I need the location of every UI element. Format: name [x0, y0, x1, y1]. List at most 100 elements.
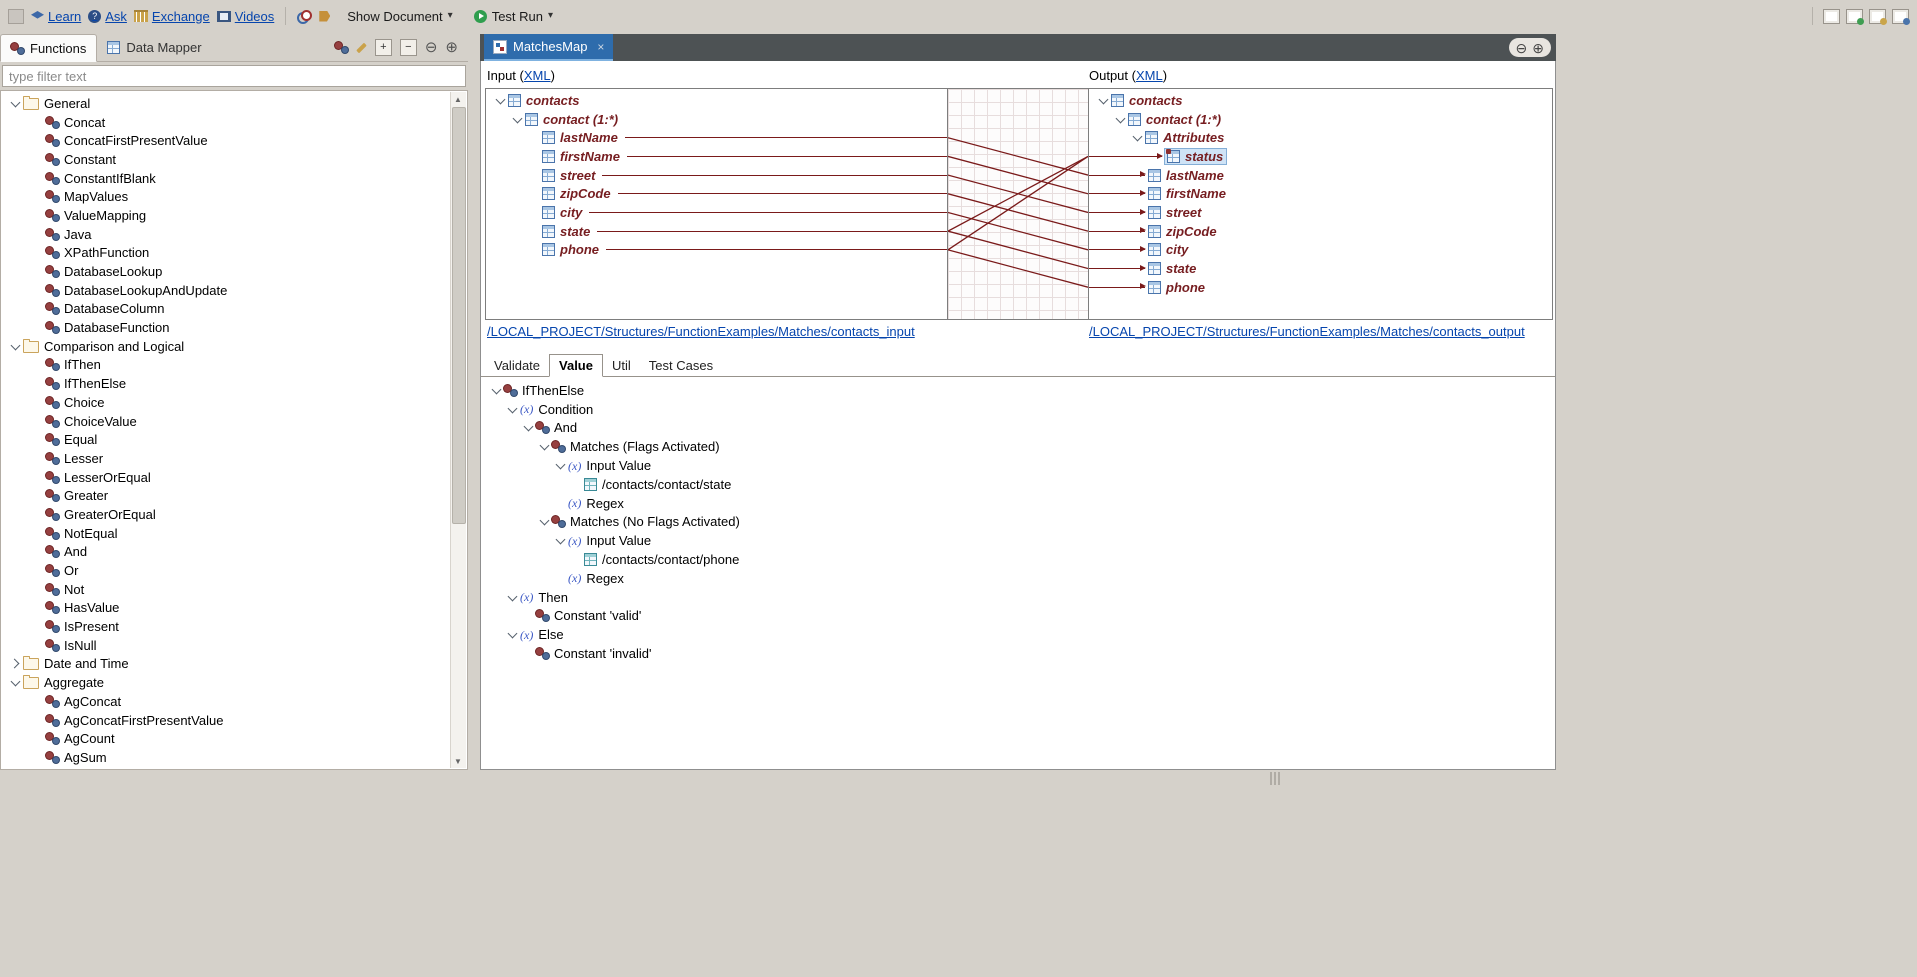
function-tree-item[interactable]: Choice [1, 393, 467, 412]
ask-link[interactable]: ? Ask [88, 9, 127, 24]
value-tree-row[interactable]: (x)Input Value [481, 456, 1555, 475]
chevron-down-icon[interactable] [495, 94, 505, 104]
value-tree-row[interactable]: Constant 'invalid' [481, 644, 1555, 663]
function-tree-item[interactable]: AgConcat [1, 692, 467, 711]
expand-all-button[interactable]: + [375, 39, 392, 56]
function-tree-item[interactable]: Comparison and Logical [1, 337, 467, 356]
function-filter-input[interactable] [2, 65, 466, 87]
chevron-down-icon[interactable] [1115, 113, 1125, 123]
output-tree-row[interactable]: phone [1089, 278, 1552, 297]
function-tree-item[interactable]: Constant [1, 150, 467, 169]
function-tree-item[interactable]: Or [1, 561, 467, 580]
input-tree-row[interactable]: state [486, 222, 947, 241]
chevron-down-icon[interactable] [492, 384, 502, 394]
function-tree-item[interactable]: NotEqual [1, 524, 467, 543]
value-tree-row[interactable]: Matches (Flags Activated) [481, 437, 1555, 456]
close-tab-icon[interactable]: × [597, 40, 604, 54]
scrollbar-thumb[interactable] [452, 107, 466, 524]
output-tree-row[interactable]: city [1089, 241, 1552, 260]
function-tree-item[interactable]: HasValue [1, 599, 467, 618]
chevron-down-icon[interactable] [524, 422, 534, 432]
output-structure-link[interactable]: /LOCAL_PROJECT/Structures/FunctionExampl… [1089, 324, 1525, 339]
output-tree-row[interactable]: Attributes [1089, 128, 1552, 147]
maximize-view-icon[interactable]: ⊕ [1532, 41, 1544, 55]
tab-value[interactable]: Value [549, 354, 603, 377]
chevron-down-icon[interactable] [508, 591, 518, 601]
function-tree-item[interactable]: Java [1, 225, 467, 244]
output-tree-row[interactable]: lastName [1089, 166, 1552, 185]
function-tree-item[interactable]: Greater [1, 486, 467, 505]
minimap-icon[interactable] [1892, 9, 1909, 24]
window-layout-icon[interactable] [1823, 9, 1840, 24]
function-tree-item[interactable]: DatabaseColumn [1, 300, 467, 319]
value-tree-row[interactable]: (x)Regex [481, 569, 1555, 588]
function-tree-item[interactable]: Equal [1, 430, 467, 449]
function-tree-item[interactable]: Lesser [1, 449, 467, 468]
chevron-down-icon[interactable] [10, 340, 20, 350]
value-tree-row[interactable]: /contacts/contact/phone [481, 550, 1555, 569]
function-tree-item[interactable]: IfThen [1, 356, 467, 375]
chevron-down-icon[interactable] [10, 97, 20, 107]
tab-functions[interactable]: Functions [0, 34, 97, 62]
function-tree-item[interactable]: LesserOrEqual [1, 468, 467, 487]
new-function-icon[interactable] [335, 42, 348, 53]
function-tree-item[interactable]: Date and Time [1, 655, 467, 674]
value-tree-row[interactable]: /contacts/contact/state [481, 475, 1555, 494]
function-tree-item[interactable]: GreaterOrEqual [1, 505, 467, 524]
tab-test-cases[interactable]: Test Cases [640, 355, 722, 376]
output-tree-row[interactable]: street [1089, 203, 1552, 222]
value-tree-row[interactable]: (x)Condition [481, 400, 1555, 419]
function-tree-item[interactable]: And [1, 543, 467, 562]
chevron-down-icon[interactable] [556, 535, 566, 545]
input-tree-row[interactable]: contact (1:*) [486, 110, 947, 129]
collapse-all-button[interactable]: − [400, 39, 417, 56]
value-tree-row[interactable]: Constant 'valid' [481, 607, 1555, 626]
scroll-down-icon[interactable]: ▼ [451, 754, 465, 768]
input-tree-row[interactable]: city [486, 203, 947, 222]
function-tree-item[interactable]: Aggregate [1, 673, 467, 692]
function-tree-item[interactable]: ChoiceValue [1, 412, 467, 431]
learn-link[interactable]: Learn [31, 9, 81, 24]
function-tree-item[interactable]: IsPresent [1, 617, 467, 636]
value-tree-row[interactable]: (x)Regex [481, 494, 1555, 513]
function-tree-item[interactable]: ConstantIfBlank [1, 169, 467, 188]
tag-icon[interactable] [319, 11, 330, 22]
chevron-down-icon[interactable] [10, 677, 20, 687]
new-view-icon[interactable] [1846, 9, 1863, 24]
tab-validate[interactable]: Validate [485, 355, 549, 376]
function-tree-scrollbar[interactable]: ▲ ▼ [450, 92, 466, 768]
input-tree-row[interactable]: phone [486, 241, 947, 260]
chevron-down-icon[interactable] [508, 403, 518, 413]
edit-function-icon[interactable] [356, 42, 367, 53]
chevron-down-icon[interactable] [556, 460, 566, 470]
tab-util[interactable]: Util [603, 355, 640, 376]
tab-matchesmap[interactable]: MatchesMap × [484, 34, 613, 61]
chevron-right-icon[interactable] [9, 659, 19, 669]
function-tree-item[interactable]: AgCount [1, 729, 467, 748]
function-tree-item[interactable]: IsNull [1, 636, 467, 655]
chevron-down-icon[interactable] [540, 516, 550, 526]
function-tree-item[interactable]: MapValues [1, 187, 467, 206]
test-run-dropdown[interactable]: Test Run ▾ [474, 9, 553, 24]
videos-link[interactable]: Videos [217, 9, 275, 24]
output-tree-row[interactable]: contact (1:*) [1089, 110, 1552, 129]
input-structure-link[interactable]: /LOCAL_PROJECT/Structures/FunctionExampl… [487, 324, 915, 339]
output-tree-row[interactable]: contacts [1089, 91, 1552, 110]
value-tree-row[interactable]: (x)Else [481, 625, 1555, 644]
output-xml-link[interactable]: XML [1136, 68, 1163, 83]
input-tree-row[interactable]: firstName [486, 147, 947, 166]
function-tree-item[interactable]: ValueMapping [1, 206, 467, 225]
output-tree-row[interactable]: state [1089, 259, 1552, 278]
chevron-down-icon[interactable] [540, 441, 550, 451]
collapse-panel-icon[interactable]: ⊖ [425, 40, 438, 55]
function-tree-item[interactable]: DatabaseLookupAndUpdate [1, 281, 467, 300]
input-tree-row[interactable]: street [486, 166, 947, 185]
value-tree-row[interactable]: And [481, 419, 1555, 438]
function-tree-item[interactable]: DatabaseFunction [1, 318, 467, 337]
bookmark-icon[interactable] [1869, 9, 1886, 24]
function-tree-item[interactable]: IfThenElse [1, 374, 467, 393]
connect-icon[interactable] [297, 10, 312, 22]
output-tree-row[interactable]: status [1089, 147, 1552, 166]
sash-grip[interactable] [1270, 772, 1280, 785]
function-tree-item[interactable]: AgSum [1, 748, 467, 767]
